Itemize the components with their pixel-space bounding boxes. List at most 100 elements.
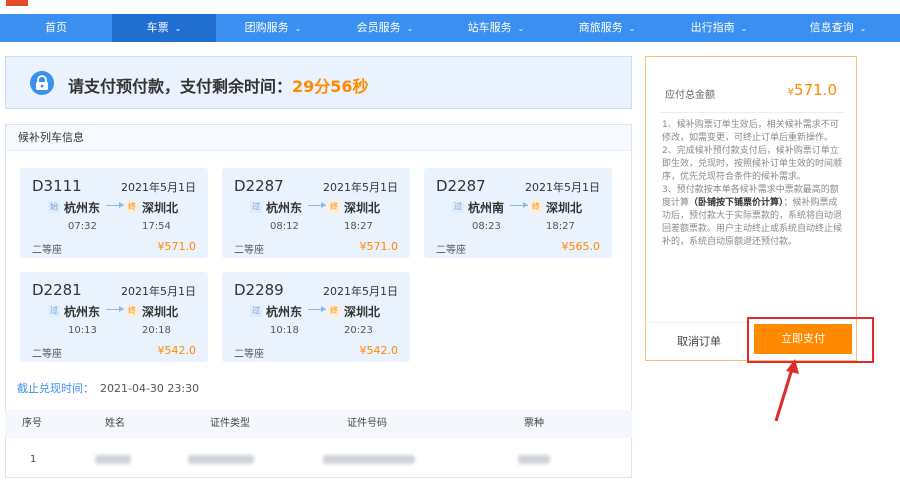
nav-item-label: 信息查询	[809, 21, 854, 34]
deadline-row: 截止兑现时间： 2021-04-30 23:30	[17, 380, 199, 396]
arrow-right-icon	[106, 202, 124, 208]
chevron-down-icon: ⌄	[406, 24, 414, 33]
seat-class: 二等座	[234, 349, 264, 360]
depart-time: 10:18	[270, 325, 299, 336]
arrive-time: 18:27	[344, 221, 373, 232]
note-3-bold: （卧铺按下铺票价计算）	[689, 198, 784, 208]
depart-time: 08:23	[472, 221, 501, 232]
passenger-table-header: 序号 姓名 证件类型 证件号码 票种	[5, 410, 632, 438]
ticket-card: D2289 2021年5月1日过杭州东 终深圳北 10:18 20:23 二等座 ¥542.…	[222, 272, 410, 362]
from-badge: 始	[48, 201, 60, 213]
from-station: 杭州东	[64, 201, 101, 215]
total-amount-value: 571.0	[794, 81, 837, 99]
payment-summary: 应付总金额 ¥571.0 1、候补购票订单生效后，相关候补需求不可修改，如需变更…	[645, 56, 857, 361]
chevron-down-icon: ⌄	[294, 24, 302, 33]
passenger-name-redacted	[95, 446, 131, 474]
seat-class: 二等座	[436, 245, 466, 256]
payment-countdown: 请支付预付款，支付剩余时间：29分56秒	[68, 73, 369, 97]
chevron-down-icon: ⌄	[859, 24, 867, 33]
id-type-redacted	[188, 446, 254, 474]
arrive-time: 18:27	[546, 221, 575, 232]
to-badge: 终	[328, 201, 340, 213]
divider	[660, 112, 844, 113]
from-station: 杭州南	[468, 201, 505, 215]
train-date: 2021年5月1日	[525, 181, 600, 194]
to-station: 深圳北	[142, 305, 179, 319]
table-row: 1	[5, 446, 632, 474]
arrow-right-icon	[106, 306, 124, 312]
seat-class: 二等座	[32, 245, 62, 256]
train-date: 2021年5月1日	[121, 181, 196, 194]
to-badge: 终	[328, 305, 340, 317]
arrow-right-icon	[308, 202, 326, 208]
train-code: D2281	[32, 281, 82, 299]
payment-notes: 1、候补购票订单生效后，相关候补需求不可修改，如需变更，可终止订单后重新操作。 …	[662, 119, 844, 249]
arrow-right-icon	[308, 306, 326, 312]
nav-item-2[interactable]: 团购服务 ⌄	[216, 14, 330, 42]
row-index: 1	[30, 454, 37, 465]
arrive-time: 20:18	[142, 325, 171, 336]
to-station: 深圳北	[344, 305, 381, 319]
ticket-card: D2281 2021年5月1日过杭州东 终深圳北 10:13 20:18 二等座 ¥542.…	[20, 272, 208, 362]
nav-item-label: 站车服务	[467, 21, 512, 34]
from-station: 杭州东	[64, 305, 101, 319]
deadline-label: 截止兑现时间：	[17, 382, 94, 395]
nav-item-4[interactable]: 站车服务 ⌄	[440, 14, 552, 42]
nav-item-7[interactable]: 信息查询 ⌄	[776, 14, 900, 42]
arrow-right-icon	[510, 202, 528, 208]
nav-item-3[interactable]: 会员服务 ⌄	[330, 14, 440, 42]
to-badge: 终	[530, 201, 542, 213]
col-ticket-type: 票种	[524, 418, 544, 429]
nav-item-label: 团购服务	[244, 21, 289, 34]
depart-time: 08:12	[270, 221, 299, 232]
ticket-card: D2287 2021年5月1日过杭州东 终深圳北 08:12 18:27 二等座 ¥571.…	[222, 168, 410, 258]
train-code: D2287	[436, 177, 486, 195]
col-index: 序号	[22, 418, 42, 429]
from-badge: 过	[452, 201, 464, 213]
col-id-type: 证件类型	[210, 418, 250, 429]
chevron-down-icon: ⌄	[628, 24, 636, 33]
deadline-value: 2021-04-30 23:30	[100, 382, 200, 395]
to-station: 深圳北	[546, 201, 583, 215]
ticket-price: ¥542.0	[157, 344, 197, 357]
depart-time: 10:13	[68, 325, 97, 336]
nav-item-label: 首页	[45, 21, 67, 34]
nav-item-1[interactable]: 车票 ⌄	[112, 14, 216, 42]
col-name: 姓名	[105, 418, 125, 429]
col-id-number: 证件号码	[347, 418, 387, 429]
ticket-card: D2287 2021年5月1日过杭州南 终深圳北 08:23 18:27 二等座 ¥565.…	[424, 168, 612, 258]
train-code: D2287	[234, 177, 284, 195]
payment-banner: 请支付预付款，支付剩余时间：29分56秒	[5, 56, 632, 109]
arrive-time: 17:54	[142, 221, 171, 232]
cancel-order-button[interactable]: 取消订单	[646, 322, 752, 360]
train-date: 2021年5月1日	[323, 285, 398, 298]
countdown-time: 29分56秒	[292, 77, 369, 96]
arrive-time: 20:23	[344, 325, 373, 336]
ticket-price: ¥571.0	[157, 240, 197, 253]
depart-time: 07:32	[68, 221, 97, 232]
seat-class: 二等座	[32, 349, 62, 360]
train-code: D3111	[32, 177, 82, 195]
to-badge: 终	[126, 201, 138, 213]
note-3: 3、预付款按本单各候补需求中票款最高的额度计算（卧铺按下铺票价计算）；候补购票成…	[662, 184, 844, 249]
ticket-card: D3111 2021年5月1日始杭州东 终深圳北 07:32 17:54 二等座 ¥571.…	[20, 168, 208, 258]
from-badge: 过	[250, 201, 262, 213]
to-station: 深圳北	[344, 201, 381, 215]
train-date: 2021年5月1日	[121, 285, 196, 298]
panel-title: 候补列车信息	[6, 125, 631, 151]
from-station: 杭州东	[266, 201, 303, 215]
nav-item-5[interactable]: 商旅服务 ⌄	[552, 14, 662, 42]
ticket-price: ¥565.0	[561, 240, 601, 253]
seat-class: 二等座	[234, 245, 264, 256]
note-2: 2、完成候补预付款支付后，候补购票订单立即生效，兑现时，按照候补订单生效的时间顺…	[662, 146, 843, 182]
nav-item-6[interactable]: 出行指南 ⌄	[662, 14, 776, 42]
total-amount: ¥571.0	[788, 81, 837, 99]
from-station: 杭州东	[266, 305, 303, 319]
nav-item-0[interactable]: 首页	[0, 14, 112, 42]
logo-fragment	[6, 0, 28, 6]
from-badge: 过	[48, 305, 60, 317]
train-date: 2021年5月1日	[323, 181, 398, 194]
annotation-arrow-icon	[774, 359, 799, 422]
main-nav: 首页 车票 ⌄ 团购服务 ⌄ 会员服务 ⌄ 站车服务 ⌄ 商旅服务 ⌄ 出行指南 ⌄ 信息查询 ⌄	[0, 14, 900, 42]
nav-item-label: 商旅服务	[578, 21, 623, 34]
